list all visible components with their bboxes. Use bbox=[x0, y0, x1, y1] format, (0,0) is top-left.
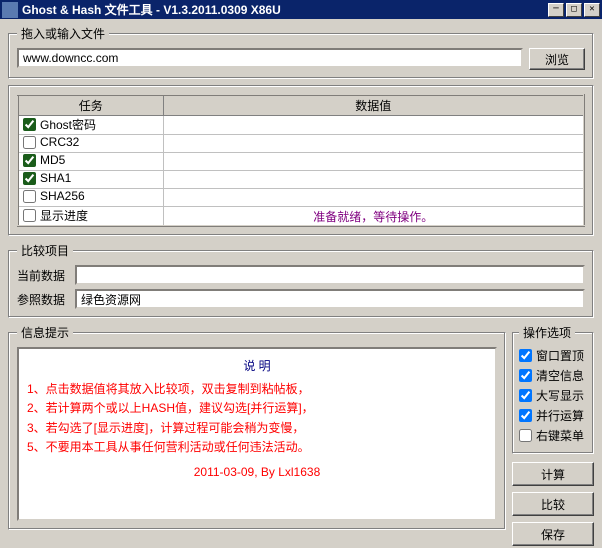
task-checkbox-sha256[interactable]: SHA256 bbox=[23, 189, 85, 203]
task-label: 显示进度 bbox=[40, 207, 88, 224]
info-line: 3、若勾选了[显示进度]，计算过程可能会稍为变慢， bbox=[27, 419, 487, 438]
task-label: MD5 bbox=[40, 153, 65, 167]
info-heading: 说 明 bbox=[27, 357, 487, 376]
options-group: 操作选项 窗口置顶清空信息大写显示并行运算右键菜单 bbox=[512, 324, 594, 454]
info-legend: 信息提示 bbox=[17, 324, 73, 341]
task-value-cell[interactable] bbox=[163, 171, 584, 189]
info-line: 1、点击数据值将其放入比较项，双击复制到粘帖板， bbox=[27, 380, 487, 399]
info-line: 5、不要用本工具从事任何营利活动或任何违法活动。 bbox=[27, 438, 487, 457]
compare-legend: 比较项目 bbox=[17, 242, 73, 259]
current-data-label: 当前数据 bbox=[17, 267, 73, 284]
window-title: Ghost & Hash 文件工具 - V1.3.2011.0309 X86U bbox=[22, 1, 546, 18]
table-row: 显示进度 准备就绪，等待操作。 bbox=[18, 207, 584, 227]
file-input-group: 拖入或输入文件 浏览 bbox=[8, 25, 594, 79]
checkbox[interactable] bbox=[23, 190, 36, 203]
checkbox[interactable] bbox=[519, 429, 532, 442]
table-row: CRC32 bbox=[18, 135, 584, 153]
task-label: SHA1 bbox=[40, 171, 71, 185]
task-value-cell[interactable] bbox=[163, 153, 584, 171]
tasks-group: 任务 数据值 Ghost密码 CRC32 MD5 SHA1 SHA256 显示进度 准备就绪… bbox=[8, 85, 594, 236]
file-path-input[interactable] bbox=[17, 48, 523, 68]
checkbox[interactable] bbox=[23, 136, 36, 149]
maximize-button[interactable]: □ bbox=[566, 3, 582, 17]
table-row: SHA256 bbox=[18, 189, 584, 207]
col-value[interactable]: 数据值 bbox=[163, 95, 584, 116]
task-value-cell[interactable] bbox=[163, 135, 584, 153]
task-value-cell[interactable] bbox=[163, 189, 584, 207]
checkbox[interactable] bbox=[23, 209, 36, 222]
task-label: CRC32 bbox=[40, 135, 79, 149]
checkbox[interactable] bbox=[23, 172, 36, 185]
close-button[interactable]: ✕ bbox=[584, 3, 600, 17]
current-data-input[interactable] bbox=[75, 265, 585, 285]
col-task[interactable]: 任务 bbox=[18, 95, 163, 116]
checkbox[interactable] bbox=[23, 154, 36, 167]
minimize-button[interactable]: ─ bbox=[548, 3, 564, 17]
ref-data-input[interactable] bbox=[75, 289, 585, 309]
titlebar: Ghost & Hash 文件工具 - V1.3.2011.0309 X86U … bbox=[0, 0, 602, 19]
task-checkbox-显示进度[interactable]: 显示进度 bbox=[23, 207, 88, 224]
task-checkbox-crc32[interactable]: CRC32 bbox=[23, 135, 79, 149]
task-checkbox-ghost密码[interactable]: Ghost密码 bbox=[23, 116, 96, 133]
table-row: MD5 bbox=[18, 153, 584, 171]
option-label: 右键菜单 bbox=[536, 427, 584, 444]
save-button[interactable]: 保存 bbox=[512, 522, 594, 546]
task-checkbox-sha1[interactable]: SHA1 bbox=[23, 171, 71, 185]
ref-data-label: 参照数据 bbox=[17, 291, 73, 308]
option-窗口置顶[interactable]: 窗口置顶 bbox=[519, 347, 587, 364]
option-label: 并行运算 bbox=[536, 407, 584, 424]
option-清空信息[interactable]: 清空信息 bbox=[519, 367, 587, 384]
browse-button[interactable]: 浏览 bbox=[529, 48, 585, 70]
checkbox[interactable] bbox=[519, 389, 532, 402]
checkbox[interactable] bbox=[519, 409, 532, 422]
option-右键菜单[interactable]: 右键菜单 bbox=[519, 427, 587, 444]
compare-group: 比较项目 当前数据 参照数据 bbox=[8, 242, 594, 318]
task-value-cell[interactable] bbox=[163, 116, 584, 135]
info-line: 2、若计算两个或以上HASH值，建议勾选[并行运算]， bbox=[27, 399, 487, 418]
compare-button[interactable]: 比较 bbox=[512, 492, 594, 516]
tasks-table: 任务 数据值 Ghost密码 CRC32 MD5 SHA1 SHA256 显示进度 准备就绪… bbox=[17, 94, 585, 227]
option-并行运算[interactable]: 并行运算 bbox=[519, 407, 587, 424]
info-group: 信息提示 说 明 1、点击数据值将其放入比较项，双击复制到粘帖板，2、若计算两个… bbox=[8, 324, 506, 530]
client-area: 拖入或输入文件 浏览 任务 数据值 Ghost密码 CRC32 MD5 SHA1 SHA… bbox=[0, 19, 602, 548]
option-label: 大写显示 bbox=[536, 387, 584, 404]
table-row: Ghost密码 bbox=[18, 116, 584, 135]
task-checkbox-md5[interactable]: MD5 bbox=[23, 153, 65, 167]
options-legend: 操作选项 bbox=[519, 324, 575, 341]
checkbox[interactable] bbox=[23, 118, 36, 131]
task-label: SHA256 bbox=[40, 189, 85, 203]
info-textarea[interactable]: 说 明 1、点击数据值将其放入比较项，双击复制到粘帖板，2、若计算两个或以上HA… bbox=[17, 347, 497, 521]
task-value-cell[interactable]: 准备就绪，等待操作。 bbox=[163, 207, 584, 227]
info-footer: 2011-03-09, By Lxl1638 bbox=[27, 463, 487, 482]
option-大写显示[interactable]: 大写显示 bbox=[519, 387, 587, 404]
task-label: Ghost密码 bbox=[40, 116, 96, 133]
calc-button[interactable]: 计算 bbox=[512, 462, 594, 486]
option-label: 清空信息 bbox=[536, 367, 584, 384]
checkbox[interactable] bbox=[519, 349, 532, 362]
app-icon bbox=[2, 2, 18, 18]
option-label: 窗口置顶 bbox=[536, 347, 584, 364]
table-row: SHA1 bbox=[18, 171, 584, 189]
checkbox[interactable] bbox=[519, 369, 532, 382]
file-input-legend: 拖入或输入文件 bbox=[17, 25, 109, 42]
